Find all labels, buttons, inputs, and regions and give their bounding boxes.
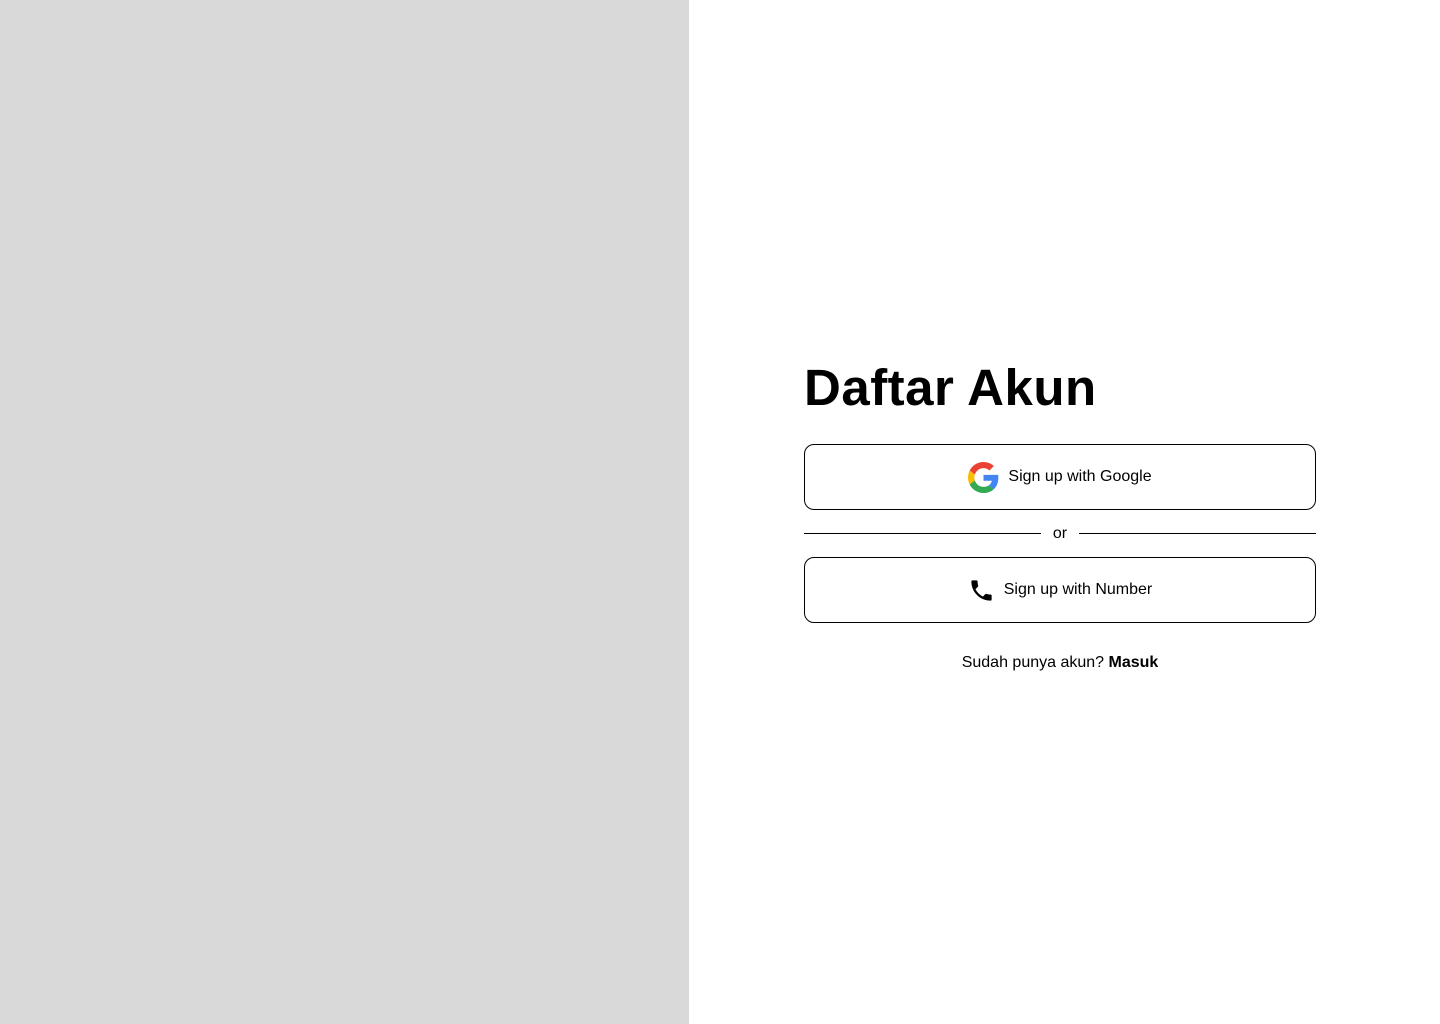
google-icon [968, 461, 999, 493]
signin-row: Sudah punya akun? Masuk [804, 653, 1316, 673]
number-signup-button[interactable]: Sign up with Number [804, 557, 1316, 623]
signin-prompt: Sudah punya akun? [961, 654, 1105, 671]
signup-page: Daftar Akun Sign up with Google or Sign … [0, 0, 1440, 1024]
page-title: Daftar Akun [804, 359, 1097, 416]
divider-line-right [1079, 533, 1317, 534]
google-signup-label: Sign up with Google [1008, 468, 1152, 485]
phone-icon [968, 577, 995, 604]
number-signup-label: Sign up with Number [1003, 581, 1153, 598]
signup-form: Daftar Akun Sign up with Google or Sign … [804, 358, 1317, 673]
signup-panel: Daftar Akun Sign up with Google or Sign … [689, 0, 1440, 1024]
signin-link[interactable]: Masuk [1109, 654, 1159, 671]
divider-line-left [804, 533, 1041, 534]
or-divider: or [804, 510, 1317, 557]
image-placeholder-panel [0, 0, 689, 1024]
google-signup-button[interactable]: Sign up with Google [804, 444, 1316, 510]
divider-text: or [1052, 524, 1068, 542]
